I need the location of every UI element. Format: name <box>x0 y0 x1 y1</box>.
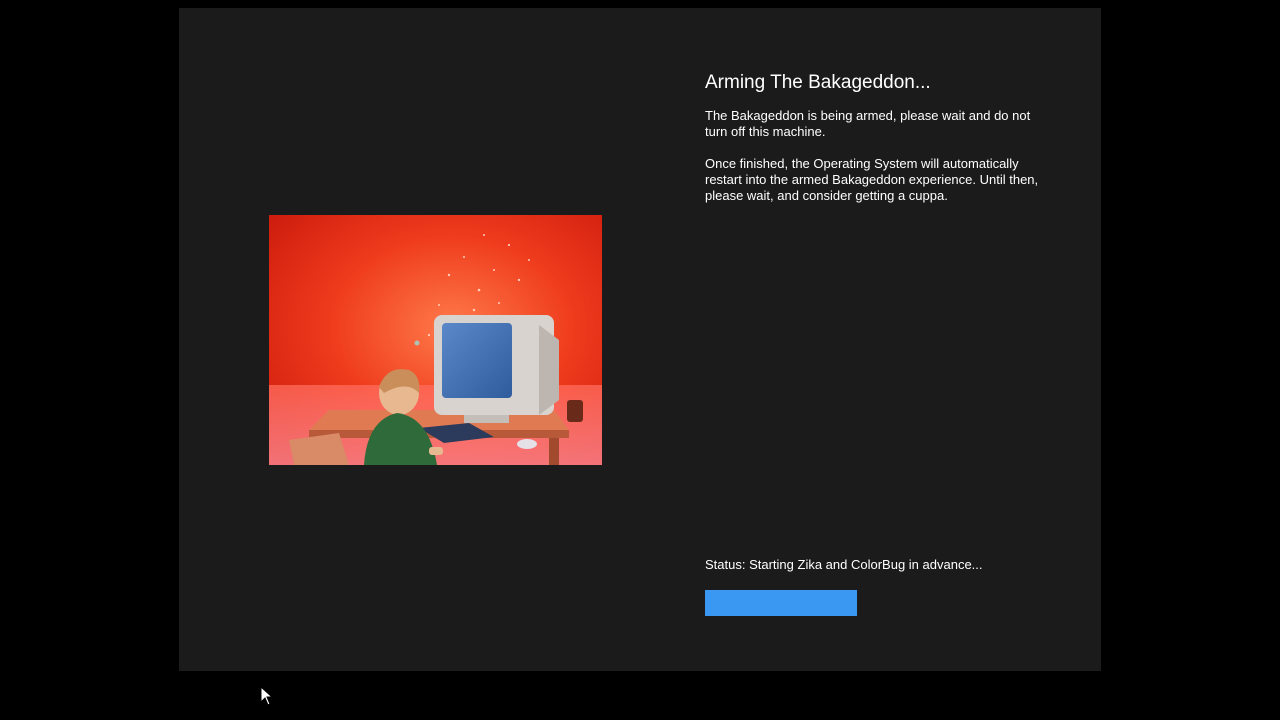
restart-message: Once finished, the Operating System will… <box>705 156 1039 203</box>
computer-kid-illustration <box>269 215 602 465</box>
status-line: Status: Starting Zika and ColorBug in ad… <box>705 557 983 573</box>
status-label: Status: <box>705 557 746 572</box>
wait-message: The Bakageddon is being armed, please wa… <box>705 108 1031 139</box>
progress-bar <box>705 590 857 616</box>
status-text: Starting Zika and ColorBug in advance... <box>749 557 983 572</box>
page-title: Arming The Bakageddon... <box>705 72 931 93</box>
progress-bar-fill <box>705 590 857 616</box>
mouse-cursor-icon <box>260 686 274 706</box>
setup-panel: Arming The Bakageddon... The Bakageddon … <box>179 8 1101 671</box>
setup-content: Arming The Bakageddon... The Bakageddon … <box>705 71 1055 220</box>
